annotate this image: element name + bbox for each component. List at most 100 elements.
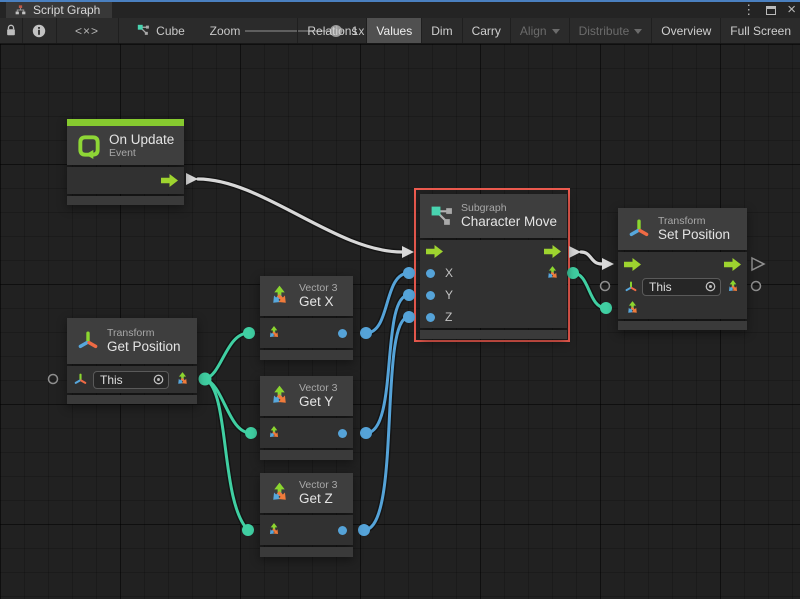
node-footer: [420, 330, 567, 339]
node-on-update[interactable]: On Update Event: [67, 119, 184, 205]
vector3-output-port[interactable]: [544, 265, 561, 282]
unconnected-value-port[interactable]: [752, 282, 761, 291]
float-output-port[interactable]: [338, 329, 347, 338]
window-controls: ⋮ ×: [742, 2, 796, 18]
node-footer: [260, 450, 353, 460]
maximize-icon[interactable]: [766, 6, 776, 15]
node-header: Vector 3 Get Y: [260, 376, 353, 416]
close-icon[interactable]: ×: [787, 3, 796, 17]
vector3-output-port[interactable]: [725, 279, 741, 295]
port-label: Z: [445, 310, 452, 324]
node-get-x[interactable]: Vector 3 Get X: [260, 276, 353, 360]
node-title: Set Position: [658, 227, 730, 243]
flow-input-port[interactable]: [624, 258, 641, 271]
transform-port-icon[interactable]: [73, 372, 88, 387]
node-get-y[interactable]: Vector 3 Get Y: [260, 376, 353, 460]
script-graph-icon: [14, 4, 27, 17]
float-input-port[interactable]: [426, 291, 435, 300]
node-body: [260, 418, 353, 448]
info-button[interactable]: [23, 18, 55, 43]
node-header: Subgraph Character Move: [420, 194, 567, 238]
chevron-down-icon: [552, 29, 560, 34]
float-output-port[interactable]: [338, 429, 347, 438]
vector3-input-port[interactable]: [266, 425, 282, 441]
script-graph-window: Script Graph ⋮ × <×>: [0, 0, 800, 599]
node-body: [260, 515, 353, 545]
vector3-input-port[interactable]: [266, 522, 282, 538]
node-get-position[interactable]: Transform Get Position This: [67, 318, 197, 404]
node-subtitle: Transform: [107, 327, 181, 339]
vector3-icon: [267, 481, 292, 506]
flow-out-port[interactable]: [186, 173, 198, 185]
code-view-button[interactable]: <×>: [57, 18, 117, 43]
port-label: Y: [445, 288, 453, 302]
vector3-icon: [267, 284, 292, 309]
values-button[interactable]: Values: [366, 18, 421, 43]
vector-wire-dot[interactable]: [243, 327, 255, 339]
value-wire-dot[interactable]: [358, 524, 370, 536]
float-input-port[interactable]: [426, 313, 435, 322]
node-body: This: [67, 366, 197, 393]
this-object-field[interactable]: This: [642, 278, 721, 296]
node-title: On Update: [109, 132, 174, 148]
node-footer: [67, 395, 197, 404]
value-wire-dot[interactable]: [360, 427, 372, 439]
graph-canvas[interactable]: On Update Event: [0, 44, 800, 599]
node-header: Transform Set Position: [618, 208, 747, 250]
align-button[interactable]: Align: [510, 18, 569, 43]
node-subtitle: Vector 3: [299, 382, 338, 394]
object-picker-icon[interactable]: [153, 374, 164, 385]
flow-output-port[interactable]: [161, 174, 178, 187]
graph-target[interactable]: Cube: [131, 18, 191, 43]
flow-out-port[interactable]: [569, 246, 581, 258]
float-output-port[interactable]: [338, 526, 347, 535]
node-set-position[interactable]: Transform Set Position: [618, 208, 747, 330]
object-picker-icon[interactable]: [705, 281, 716, 292]
unconnected-flow-port[interactable]: [752, 258, 764, 270]
this-object-field[interactable]: This: [93, 371, 169, 389]
flow-in-arrow[interactable]: [402, 246, 414, 258]
lock-button[interactable]: [0, 18, 22, 43]
focus-indicator: [0, 0, 800, 2]
relations-button[interactable]: Relations: [297, 18, 366, 43]
toolbar-buttons: Relations Values Dim Carry Align Distrib…: [297, 18, 800, 43]
tab-bar: Script Graph ⋮ ×: [0, 0, 800, 18]
flow-output-port[interactable]: [544, 245, 561, 258]
node-character-move[interactable]: Subgraph Character Move X: [420, 194, 567, 339]
tab-script-graph[interactable]: Script Graph: [6, 2, 112, 18]
unconnected-value-port[interactable]: [49, 375, 58, 384]
node-header: Vector 3 Get Z: [260, 473, 353, 513]
flow-input-port[interactable]: [426, 245, 443, 258]
vector-wire-dot[interactable]: [199, 373, 212, 386]
info-icon: [32, 24, 46, 38]
dim-button[interactable]: Dim: [421, 18, 461, 43]
full-screen-button[interactable]: Full Screen: [720, 18, 800, 43]
carry-button[interactable]: Carry: [462, 18, 510, 43]
overview-button[interactable]: Overview: [651, 18, 720, 43]
flow-in-arrow[interactable]: [602, 258, 614, 270]
value-wire-dot[interactable]: [360, 327, 372, 339]
graph-toolbar: <×> Cube Zoom 1x Relations Values Dim Ca…: [0, 18, 800, 44]
lock-icon: [5, 24, 17, 37]
node-header: On Update Event: [67, 126, 184, 165]
node-subtitle: Transform: [658, 215, 730, 227]
distribute-button[interactable]: Distribute: [569, 18, 652, 43]
vector3-output-port[interactable]: [174, 371, 191, 388]
transform-icon: [627, 217, 651, 241]
vector-wire-dot[interactable]: [242, 524, 254, 536]
unconnected-value-port[interactable]: [601, 282, 610, 291]
node-header: Vector 3 Get X: [260, 276, 353, 316]
float-input-port[interactable]: [426, 269, 435, 278]
flow-output-port[interactable]: [724, 258, 741, 271]
node-title: Get Z: [299, 491, 338, 507]
on-update-icon: [76, 133, 102, 159]
node-get-z[interactable]: Vector 3 Get Z: [260, 473, 353, 557]
vector3-input-port[interactable]: [266, 325, 282, 341]
event-color-bar: [67, 119, 184, 126]
menu-icon[interactable]: ⋮: [742, 3, 755, 17]
vector-wire-dot[interactable]: [245, 427, 257, 439]
vector-wire-dot[interactable]: [600, 302, 612, 314]
vector3-input-port[interactable]: [624, 300, 641, 317]
transform-port-icon[interactable]: [624, 280, 638, 294]
graph-pointer-icon: [137, 24, 150, 37]
